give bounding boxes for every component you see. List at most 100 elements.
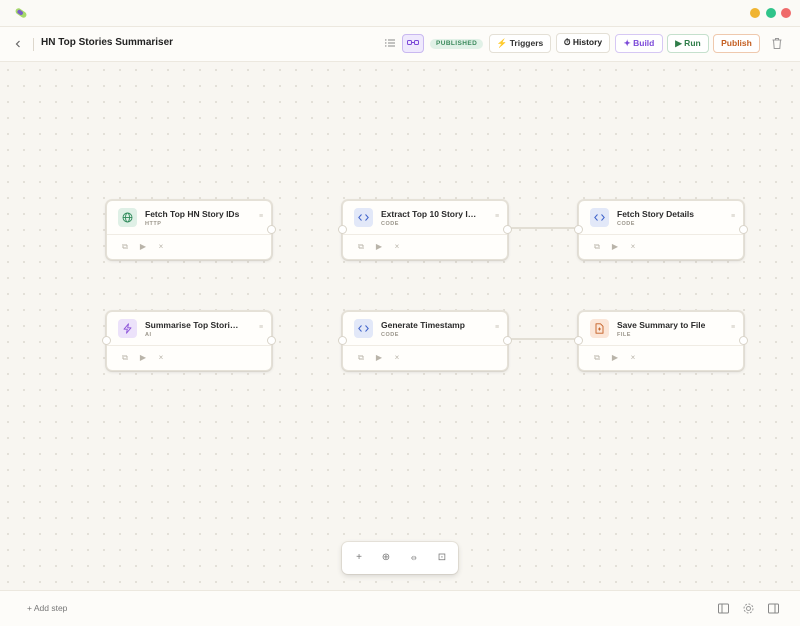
node-menu-icon[interactable]: ≡ (493, 324, 501, 332)
output-port[interactable] (267, 336, 276, 345)
workflow-node[interactable]: Extract Top 10 Story I… CODE ≡ ⧉ ▶ × (338, 200, 512, 260)
node-type-badge (118, 208, 137, 227)
graph-view-button[interactable] (402, 34, 424, 53)
node-menu-icon[interactable]: ≡ (493, 213, 501, 221)
nodes-icon (407, 40, 419, 45)
workflow-node[interactable]: Summarise Top Stori… AI ≡ ⧉ ▶ × (102, 311, 276, 371)
duplicate-icon[interactable]: ⧉ (591, 352, 603, 364)
duplicate-icon[interactable]: ⧉ (355, 241, 367, 253)
node-type-label: HTTP (145, 221, 162, 227)
window-maximize-button[interactable] (766, 8, 776, 18)
output-port[interactable] (739, 225, 748, 234)
node-header: Fetch Story Details CODE ≡ (579, 201, 743, 235)
workflow-node[interactable]: Fetch Story Details CODE ≡ ⧉ ▶ × (574, 200, 748, 260)
gear-icon[interactable] (742, 602, 755, 615)
node-title: Summarise Top Stori… (145, 320, 239, 330)
node-type-label: CODE (617, 221, 635, 227)
duplicate-icon[interactable]: ⧉ (591, 241, 603, 253)
code-icon (358, 214, 369, 221)
zoom-out-button[interactable]: ⊕ (379, 551, 393, 565)
node-type-badge (354, 319, 373, 338)
node-header: Extract Top 10 Story I… CODE ≡ (343, 201, 507, 235)
status-badge: PUBLISHED (430, 39, 484, 49)
build-button[interactable]: ✦ Build (615, 34, 663, 53)
workflow-title: HN Top Stories Summariser (41, 37, 174, 48)
code-icon (594, 214, 605, 221)
node-header: Save Summary to File FILE ≡ (579, 312, 743, 346)
workflow-node[interactable]: Fetch Top HN Story IDs HTTP ≡ ⧉ ▶ × (106, 200, 276, 260)
run-step-icon[interactable]: ▶ (137, 352, 149, 364)
code-icon (358, 325, 369, 332)
node-title: Generate Timestamp (381, 320, 465, 330)
input-port[interactable] (574, 225, 583, 234)
output-port[interactable] (503, 225, 512, 234)
delete-icon[interactable]: × (391, 352, 403, 364)
node-type-label: FILE (617, 332, 631, 338)
run-step-icon[interactable]: ▶ (137, 241, 149, 253)
node-type-badge (118, 319, 137, 338)
node-title: Extract Top 10 Story I… (381, 209, 477, 219)
triggers-button[interactable]: ⚡ Triggers (489, 34, 551, 53)
run-button[interactable]: ▶ Run (667, 34, 709, 53)
run-step-icon[interactable]: ▶ (609, 241, 621, 253)
frame-view-button[interactable]: ⊡ (435, 551, 449, 565)
duplicate-icon[interactable]: ⧉ (119, 352, 131, 364)
node-menu-icon[interactable]: ≡ (257, 324, 265, 332)
input-port[interactable] (338, 225, 347, 234)
node-type-badge (590, 208, 609, 227)
input-port[interactable] (338, 336, 347, 345)
input-port[interactable] (102, 336, 111, 345)
node-menu-icon[interactable]: ≡ (729, 324, 737, 332)
node-type-badge (590, 319, 609, 338)
workflow-canvas[interactable]: Fetch Top HN Story IDs HTTP ≡ ⧉ ▶ × Extr… (0, 62, 800, 590)
footer-bar: + Add step (0, 590, 800, 626)
workflow-header: HN Top Stories Summariser PUBLISHED ⚡ Tr… (0, 26, 800, 62)
header-divider (33, 38, 34, 51)
lightning-icon (123, 323, 132, 334)
node-menu-icon[interactable]: ≡ (729, 213, 737, 221)
back-button[interactable] (10, 36, 26, 52)
delete-icon[interactable]: × (627, 352, 639, 364)
workflow-node[interactable]: Generate Timestamp CODE ≡ ⧉ ▶ × (338, 311, 512, 371)
duplicate-icon[interactable]: ⧉ (355, 352, 367, 364)
publish-button[interactable]: Publish (713, 34, 760, 53)
input-port[interactable] (574, 336, 583, 345)
node-title: Fetch Top HN Story IDs (145, 209, 240, 219)
app-logo-icon (15, 8, 27, 18)
window-minimize-button[interactable] (750, 8, 760, 18)
node-title: Fetch Story Details (617, 209, 694, 219)
panel-right-icon[interactable] (767, 602, 780, 615)
add-step-button[interactable]: + Add step (27, 603, 67, 613)
output-port[interactable] (739, 336, 748, 345)
list-view-icon[interactable] (384, 37, 396, 49)
duplicate-icon[interactable]: ⧉ (119, 241, 131, 253)
run-step-icon[interactable]: ▶ (373, 241, 385, 253)
run-step-icon[interactable]: ▶ (373, 352, 385, 364)
delete-icon[interactable]: × (627, 241, 639, 253)
window-titlebar (0, 0, 800, 26)
globe-icon (122, 212, 133, 223)
node-type-label: CODE (381, 332, 399, 338)
node-type-badge (354, 208, 373, 227)
delete-icon[interactable]: × (155, 241, 167, 253)
panel-left-icon[interactable] (717, 602, 730, 615)
zoom-toolbar: + ⊕ ⦵ ⊡ (342, 542, 458, 574)
delete-icon[interactable]: × (391, 241, 403, 253)
workflow-node[interactable]: Save Summary to File FILE ≡ ⧉ ▶ × (574, 311, 748, 371)
history-button[interactable]: ⏱ History (556, 33, 610, 53)
trash-icon[interactable] (771, 37, 783, 50)
node-title: Save Summary to File (617, 320, 706, 330)
node-header: Summarise Top Stori… AI ≡ (107, 312, 271, 346)
run-step-icon[interactable]: ▶ (609, 352, 621, 364)
node-header: Generate Timestamp CODE ≡ (343, 312, 507, 346)
zoom-in-button[interactable]: + (352, 551, 366, 565)
output-port[interactable] (267, 225, 276, 234)
node-header: Fetch Top HN Story IDs HTTP ≡ (107, 201, 271, 235)
window-close-button[interactable] (781, 8, 791, 18)
output-port[interactable] (503, 336, 512, 345)
fit-view-button[interactable]: ⦵ (407, 551, 421, 565)
delete-icon[interactable]: × (155, 352, 167, 364)
node-menu-icon[interactable]: ≡ (257, 213, 265, 221)
file-icon (595, 323, 604, 334)
node-type-label: CODE (381, 221, 399, 227)
